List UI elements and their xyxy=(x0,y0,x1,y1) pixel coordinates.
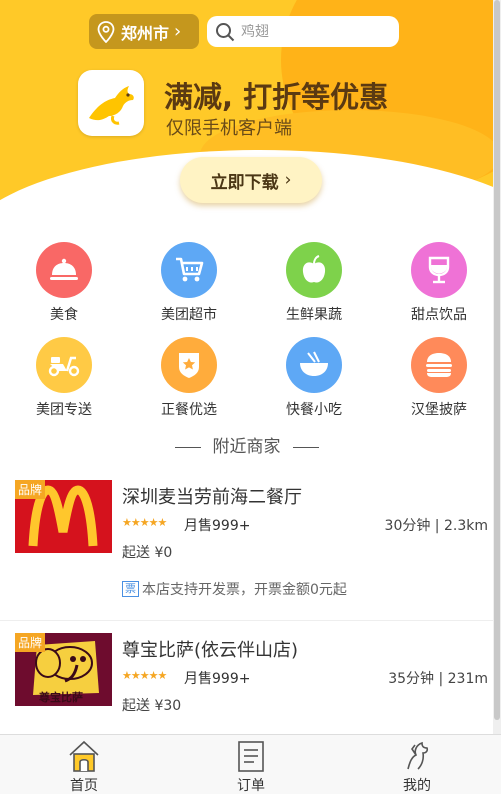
drink-glass-icon xyxy=(411,242,467,298)
invoice-text: 本店支持开发票，开票金额0元起 xyxy=(142,582,347,598)
city-name: 郑州市 xyxy=(121,23,170,43)
category-label: 生鲜果蔬 xyxy=(286,307,342,323)
search-input[interactable] xyxy=(241,23,381,40)
promo-banner: 郑州市 › 满减, 打折等优惠 仅限手机客户端 立即下载 › xyxy=(0,0,501,222)
chevron-right-icon: › xyxy=(284,170,292,190)
category-label: 正餐优选 xyxy=(161,402,217,418)
shop-logo: 品牌 xyxy=(15,480,112,553)
meituan-app-logo xyxy=(78,70,144,136)
chevron-right-icon: › xyxy=(174,21,182,42)
section-title: 附近商家 xyxy=(212,437,281,457)
promo-title: 满减, 打折等优惠 xyxy=(164,80,389,114)
profile-kangaroo-icon xyxy=(407,741,429,770)
category-fresh-produce[interactable]: 生鲜果蔬 xyxy=(264,242,364,324)
tab-home[interactable]: 首页 xyxy=(34,735,134,794)
delivery-time-distance: 35分钟 | 231m xyxy=(388,671,488,687)
heading-dash xyxy=(174,446,201,448)
kangaroo-logo-icon xyxy=(89,86,134,125)
rating-stars: ★★★★★ xyxy=(122,516,167,529)
location-pin-icon xyxy=(97,20,115,43)
category-label: 甜点饮品 xyxy=(411,307,467,323)
scooter-icon xyxy=(36,337,92,393)
category-label: 美食 xyxy=(50,307,78,323)
dish-cover-icon xyxy=(36,242,92,298)
min-order: 起送 ¥0 xyxy=(122,545,173,561)
logo-wordmark: 尊宝比萨 xyxy=(39,691,83,704)
shop-name: 深圳麦当劳前海二餐厅 xyxy=(122,487,302,508)
tab-orders[interactable]: 订单 xyxy=(201,735,301,794)
search-icon xyxy=(216,22,235,41)
category-label: 快餐小吃 xyxy=(286,402,342,418)
delivery-time-distance: 30分钟 | 2.3km xyxy=(384,518,488,534)
heading-dash xyxy=(292,446,319,448)
category-fast-food-snacks[interactable]: 快餐小吃 xyxy=(264,337,364,419)
invoice-tag-icon: 票 xyxy=(122,581,139,597)
brand-badge: 品牌 xyxy=(15,480,46,499)
category-label: 美团超市 xyxy=(161,307,217,323)
shopping-cart-icon xyxy=(161,242,217,298)
burger-icon xyxy=(411,337,467,393)
brand-badge: 品牌 xyxy=(15,633,46,652)
invoice-note: 票 本店支持开发票，开票金额0元起 xyxy=(122,579,347,599)
main-content: 美食 美团超市 生鲜果蔬 甜点饮品 美团专送 正餐优选 快餐小吃 汉堡披萨 附近… xyxy=(0,222,493,734)
shop-card[interactable]: 品牌 深圳麦当劳前海二餐厅 ★★★★★ 月售999+ 30分钟 | 2.3km … xyxy=(0,480,493,610)
download-label: 立即下载 xyxy=(210,172,279,193)
scrollbar-thumb[interactable] xyxy=(494,0,500,720)
category-food[interactable]: 美食 xyxy=(14,242,114,324)
category-label: 汉堡披萨 xyxy=(411,402,467,418)
monthly-sales: 月售999+ xyxy=(184,518,251,534)
tab-label: 首页 xyxy=(70,778,98,794)
shop-logo: 品牌 尊宝比萨 xyxy=(15,633,112,706)
star-badge-icon xyxy=(161,337,217,393)
nearby-shops-heading: 附近商家 xyxy=(0,432,493,457)
category-desserts-drinks[interactable]: 甜点饮品 xyxy=(389,242,489,324)
category-dinner-selection[interactable]: 正餐优选 xyxy=(139,337,239,419)
bottom-tab-bar: 首页 订单 我的 xyxy=(0,734,501,794)
order-list-icon xyxy=(238,741,264,772)
tab-label: 订单 xyxy=(237,778,265,794)
promo-subtitle: 仅限手机客户端 xyxy=(166,118,292,139)
shop-name: 尊宝比萨(依云伴山店) xyxy=(122,640,299,661)
tab-profile[interactable]: 我的 xyxy=(367,735,467,794)
download-app-button[interactable]: 立即下载 › xyxy=(180,157,322,203)
apple-icon xyxy=(286,242,342,298)
city-selector[interactable]: 郑州市 › xyxy=(89,14,199,49)
search-box[interactable] xyxy=(207,16,399,47)
category-meituan-delivery[interactable]: 美团专送 xyxy=(14,337,114,419)
category-burgers-pizza[interactable]: 汉堡披萨 xyxy=(389,337,489,419)
rating-stars: ★★★★★ xyxy=(122,669,167,682)
shop-card[interactable]: 品牌 尊宝比萨 尊宝比萨(依云伴山店) ★★★★★ 月售999+ 35分钟 | … xyxy=(0,633,493,723)
tab-label: 我的 xyxy=(403,778,431,794)
home-icon xyxy=(69,740,99,772)
min-order: 起送 ¥30 xyxy=(122,698,182,714)
category-label: 美团专送 xyxy=(36,402,92,418)
divider xyxy=(0,620,493,621)
category-supermarket[interactable]: 美团超市 xyxy=(139,242,239,324)
monthly-sales: 月售999+ xyxy=(184,671,251,687)
noodle-bowl-icon xyxy=(286,337,342,393)
